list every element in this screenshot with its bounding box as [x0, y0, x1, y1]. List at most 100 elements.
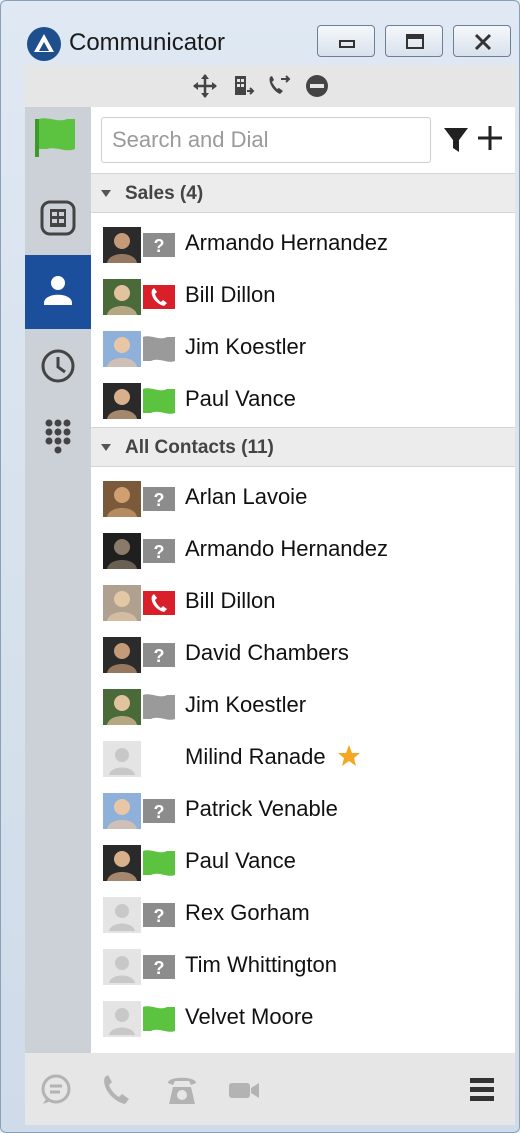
- unknown-status-icon: ?: [141, 535, 177, 567]
- sidebar-item-presence[interactable]: [25, 107, 91, 181]
- transfer-icon[interactable]: [229, 73, 257, 99]
- avatar: [103, 279, 141, 315]
- available-status-icon: [141, 1003, 177, 1035]
- group-label: Sales (4): [125, 183, 204, 204]
- contact-name: Tim Whittington: [185, 952, 338, 977]
- svg-text:?: ?: [154, 802, 165, 822]
- unknown-status-icon: ?: [141, 951, 177, 983]
- favorite-star-icon[interactable]: [336, 743, 362, 769]
- video-icon[interactable]: [227, 1073, 261, 1107]
- offline-status-icon: [141, 691, 177, 723]
- contact-name: Patrick Venable: [185, 796, 338, 821]
- svg-text:?: ?: [154, 646, 165, 666]
- svg-text:?: ?: [154, 542, 165, 562]
- move-icon[interactable]: [191, 73, 219, 99]
- minimize-button[interactable]: [317, 25, 375, 57]
- contact-row[interactable]: ? Rex Gorham: [91, 887, 515, 939]
- chat-icon[interactable]: [39, 1073, 73, 1107]
- contact-row[interactable]: Bill Dillon: [91, 269, 515, 321]
- on-call-status-icon: [141, 587, 177, 619]
- contact-name: Bill Dillon: [185, 588, 276, 613]
- contact-row[interactable]: Velvet Moore: [91, 991, 515, 1043]
- maximize-button[interactable]: [385, 25, 443, 57]
- group-header[interactable]: All Contacts (11): [91, 427, 515, 467]
- contact-row[interactable]: ? Arlan Lavoie: [91, 471, 515, 523]
- app-logo-icon: [27, 27, 61, 61]
- available-status-icon: [141, 385, 177, 417]
- menu-icon[interactable]: [465, 1073, 499, 1107]
- contact-row[interactable]: Jim Koestler: [91, 679, 515, 731]
- default-avatar-icon: [103, 741, 141, 777]
- sidebar: [25, 107, 91, 1053]
- svg-text:?: ?: [154, 490, 165, 510]
- unknown-status-icon: ?: [141, 483, 177, 515]
- filter-icon[interactable]: [443, 125, 469, 155]
- contact-row[interactable]: Bill Dillon: [91, 575, 515, 627]
- avatar: [103, 793, 141, 829]
- contact-row[interactable]: Milind Ranade: [91, 731, 515, 783]
- contact-row[interactable]: Jim Koestler: [91, 321, 515, 373]
- toolbar: [25, 65, 515, 107]
- offline-status-icon: [141, 333, 177, 365]
- call-forward-icon[interactable]: [265, 73, 293, 99]
- svg-text:?: ?: [154, 906, 165, 926]
- contact-row[interactable]: Paul Vance: [91, 373, 515, 425]
- contact-name: David Chambers: [185, 640, 349, 665]
- window-title: Communicator: [69, 29, 226, 56]
- avatar: [103, 533, 141, 569]
- caret-down-icon: [101, 444, 111, 451]
- sidebar-item-history[interactable]: [25, 329, 91, 403]
- contact-name: Rex Gorham: [185, 900, 310, 925]
- unknown-status-icon: ?: [141, 639, 177, 671]
- avatar: [103, 481, 141, 517]
- add-contact-icon[interactable]: [475, 123, 505, 153]
- contact-row[interactable]: ? David Chambers: [91, 627, 515, 679]
- contact-name: Jim Koestler: [185, 334, 307, 359]
- default-avatar-icon: [103, 949, 141, 985]
- group-label: All Contacts (11): [125, 437, 274, 458]
- unknown-status-icon: ?: [141, 899, 177, 931]
- contact-row[interactable]: ? Armando Hernandez: [91, 523, 515, 575]
- contact-name: Arlan Lavoie: [185, 484, 308, 509]
- avatar: [103, 845, 141, 881]
- contact-row[interactable]: ? Patrick Venable: [91, 783, 515, 835]
- contact-name: Velvet Moore: [185, 1004, 314, 1029]
- unknown-status-icon: ?: [141, 795, 177, 827]
- title-bar: Communicator: [1, 1, 519, 65]
- phone-icon[interactable]: [99, 1073, 133, 1107]
- avatar: [103, 689, 141, 725]
- contact-name: Milind Ranade: [185, 744, 326, 769]
- contact-name: Jim Koestler: [185, 692, 307, 717]
- sidebar-item-directory[interactable]: [25, 181, 91, 255]
- contact-row[interactable]: ? Tim Whittington: [91, 939, 515, 991]
- avatar: [103, 585, 141, 621]
- svg-text:?: ?: [154, 958, 165, 978]
- sidebar-item-dialpad[interactable]: [25, 403, 91, 477]
- sidebar-item-contacts[interactable]: [25, 255, 91, 329]
- svg-text:?: ?: [154, 236, 165, 256]
- contact-name: Paul Vance: [185, 386, 296, 411]
- contact-name: Armando Hernandez: [185, 536, 389, 561]
- contact-name: Paul Vance: [185, 848, 296, 873]
- avatar: [103, 637, 141, 673]
- search-input[interactable]: [101, 117, 431, 163]
- group-header[interactable]: Sales (4): [91, 173, 515, 213]
- caret-down-icon: [101, 190, 111, 197]
- default-avatar-icon: [103, 1001, 141, 1037]
- contact-name: Armando Hernandez: [185, 230, 389, 255]
- contact-row[interactable]: Paul Vance: [91, 835, 515, 887]
- contact-row[interactable]: ? Armando Hernandez: [91, 217, 515, 269]
- on-call-status-icon: [141, 281, 177, 313]
- contacts-panel: Sales (4)? Armando Hernandez Bill Dillon Ji…: [91, 107, 515, 1053]
- avatar: [103, 331, 141, 367]
- bottom-bar: [25, 1053, 515, 1125]
- avatar: [103, 383, 141, 419]
- avatar: [103, 227, 141, 263]
- contact-name: Bill Dillon: [185, 282, 276, 307]
- desk-phone-icon[interactable]: [165, 1073, 199, 1107]
- default-avatar-icon: [103, 897, 141, 933]
- do-not-disturb-icon[interactable]: [303, 73, 331, 99]
- no-status-icon: [141, 743, 177, 775]
- close-button[interactable]: [453, 25, 511, 57]
- unknown-status-icon: ?: [141, 229, 177, 261]
